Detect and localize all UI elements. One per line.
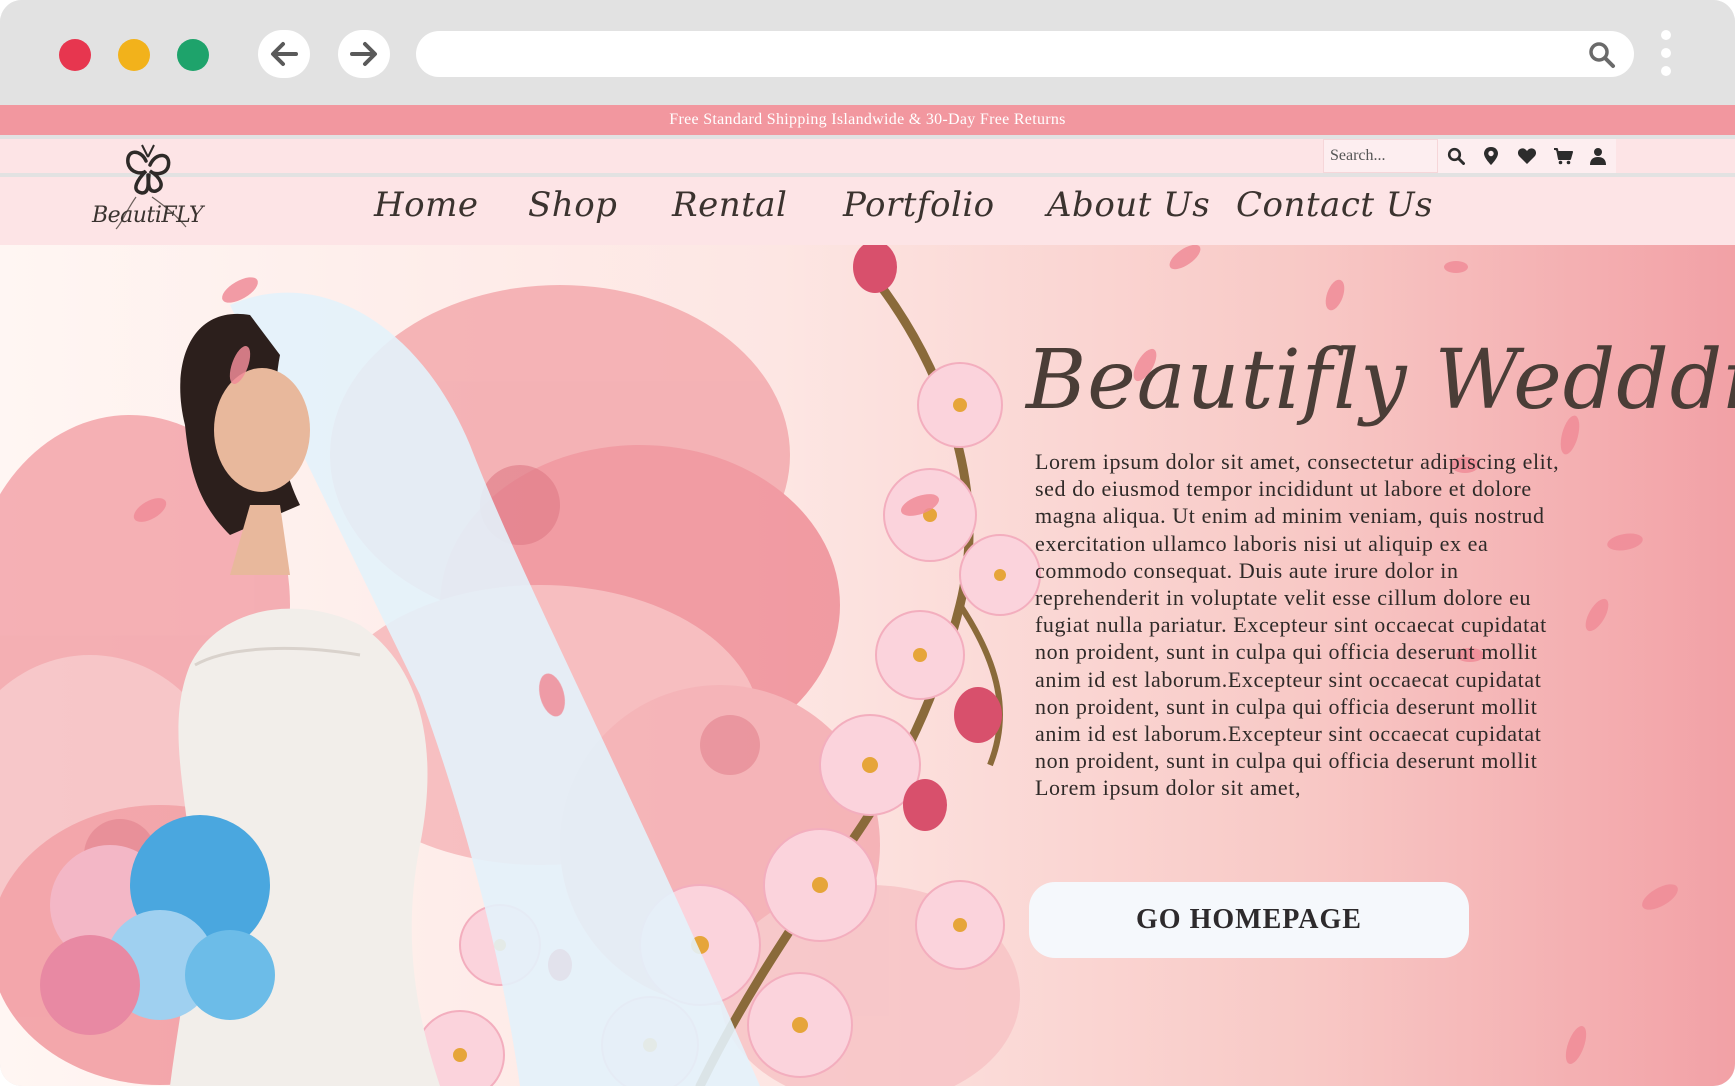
nav-rental[interactable]: Rental (672, 185, 787, 225)
search-placeholder: Search... (1330, 147, 1386, 164)
nav-portfolio[interactable]: Portfolio (843, 185, 995, 225)
search-icon[interactable] (1588, 41, 1616, 69)
maximize-window-button[interactable] (177, 39, 209, 71)
forward-button[interactable] (338, 30, 390, 78)
address-bar[interactable] (416, 31, 1634, 77)
go-homepage-button[interactable]: GO HOMEPAGE (1029, 882, 1469, 958)
location-pin-icon[interactable] (1474, 139, 1510, 173)
search-icon[interactable] (1438, 139, 1474, 173)
heart-icon[interactable] (1509, 139, 1545, 173)
back-button[interactable] (258, 30, 310, 78)
minimize-window-button[interactable] (118, 39, 150, 71)
nav-home[interactable]: Home (374, 185, 478, 225)
nav-shop[interactable]: Shop (528, 185, 617, 225)
utility-icons (1438, 139, 1616, 173)
hero-title: Beautifly Weddding (1026, 333, 1735, 428)
site-search-input[interactable]: Search... (1323, 139, 1438, 173)
arrow-left-icon (271, 42, 298, 66)
hero-section: Beautifly Weddding Lorem ipsum dolor sit… (0, 245, 1735, 1086)
hero-body-text: Lorem ipsum dolor sit amet, consectetur … (1035, 449, 1560, 801)
kebab-menu-icon[interactable] (1659, 30, 1673, 82)
promo-banner: Free Standard Shipping Islandwide & 30-D… (0, 105, 1735, 135)
cart-icon[interactable] (1545, 139, 1581, 173)
logo-text[interactable]: BeautiFLY (92, 203, 203, 228)
arrow-right-icon (350, 42, 377, 66)
user-icon[interactable] (1580, 139, 1616, 173)
web-page: Free Standard Shipping Islandwide & 30-D… (0, 105, 1735, 1086)
nav-contact-us[interactable]: Contact Us (1236, 185, 1433, 225)
utility-bar: Search... (0, 139, 1735, 173)
close-window-button[interactable] (59, 39, 91, 71)
nav-about-us[interactable]: About Us (1047, 185, 1210, 225)
browser-window: Free Standard Shipping Islandwide & 30-D… (0, 0, 1735, 1086)
browser-toolbar (0, 0, 1735, 105)
